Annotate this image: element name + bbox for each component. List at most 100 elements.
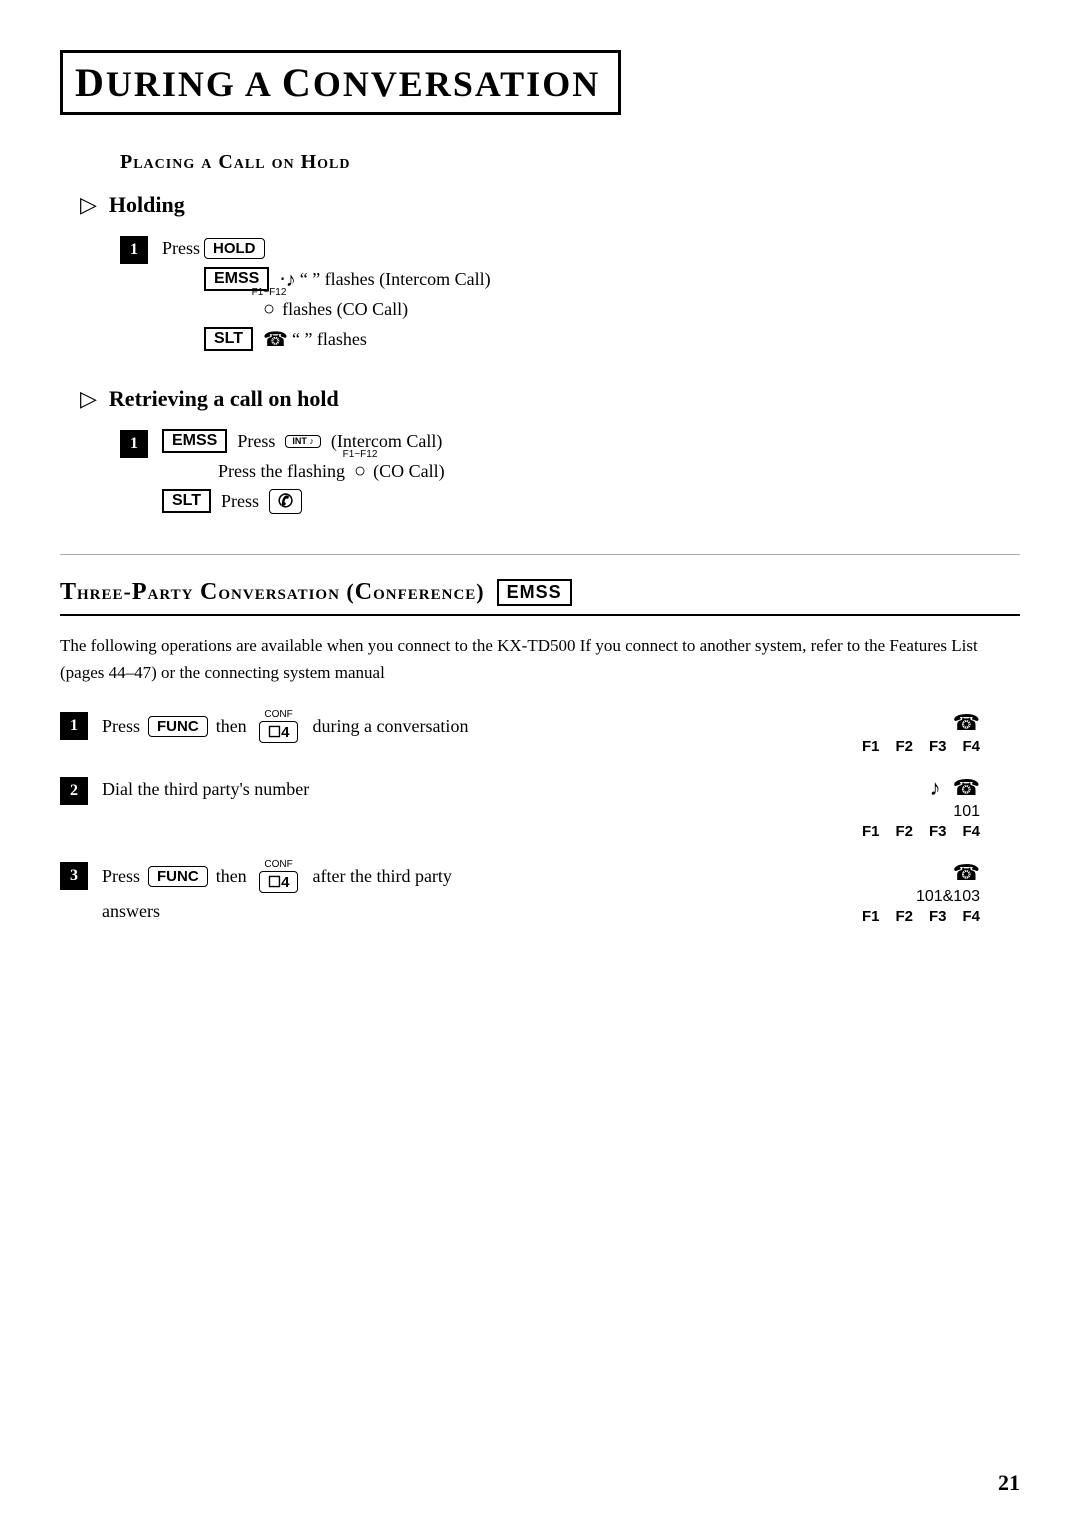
- phone-icon-2: ☎: [953, 775, 980, 801]
- intercom-icon-2: ♪: [930, 775, 941, 801]
- phone-icon-3: ☎: [953, 860, 980, 886]
- f2-label-1: F2: [895, 738, 913, 755]
- title-bar: During a Conversation: [60, 50, 621, 115]
- f2-label-3: F2: [895, 908, 913, 925]
- conf-then-3: then: [216, 866, 247, 887]
- slt-label-2: SLT: [162, 489, 211, 513]
- emss-intercom-text: “ ” flashes (Intercom Call): [300, 269, 491, 290]
- arrow-right-icon-2: ▷: [80, 386, 97, 412]
- conf-step2-line: Dial the third party's number: [102, 775, 580, 803]
- emss-intercom-line: EMSS ‧♪ “ ” flashes (Intercom Call): [204, 266, 1020, 292]
- f4-label-3: F4: [962, 908, 980, 925]
- conf-step3-line: Press FUNC then CONF ☐4 after the third …: [102, 860, 580, 893]
- page-number: 21: [998, 1470, 1020, 1496]
- conf-step-2: 2 Dial the third party's number ♪ ☎ 101 …: [60, 775, 1020, 842]
- page-title: During a Conversation: [75, 59, 600, 106]
- conf-super-label-3: CONF: [264, 860, 292, 870]
- func-key-3: FUNC: [148, 866, 208, 887]
- press-label-1: Press: [162, 238, 200, 259]
- conf-super-label-1: CONF: [264, 710, 292, 720]
- co-call-text-2: (CO Call): [373, 461, 445, 482]
- conf-diagram2-icons: ♪ ☎: [930, 775, 980, 801]
- conf-step1-right: ☎ F1 F2 F3 F4: [580, 710, 1020, 757]
- section2-heading-text: Three-Party Conversation (Conference): [60, 579, 485, 606]
- drop-cap-c: C: [282, 60, 313, 105]
- step1-main-line: Press HOLD: [162, 234, 1020, 262]
- retrieve-emss-line: EMSS Press INT ♪ (Intercom Call): [162, 428, 1020, 454]
- co-call-flash-text-1: flashes (CO Call): [282, 299, 408, 320]
- f3-label-1: F3: [929, 738, 947, 755]
- conf-step3-content: Press FUNC then CONF ☐4 after the third …: [102, 860, 580, 929]
- f1-label-1: F1: [862, 738, 880, 755]
- conf-step1-line: Press FUNC then CONF ☐4 during a convers…: [102, 710, 580, 743]
- press-hook-label: Press: [221, 491, 259, 512]
- conf-step-1: 1 Press FUNC then CONF ☐4 during a conve…: [60, 710, 1020, 757]
- conf-diagram3-icons: ☎: [953, 860, 980, 886]
- int-key: INT ♪: [285, 435, 321, 448]
- hold-step1: 1 Press HOLD EMSS ‧♪ “ ” flashes (Interc…: [120, 234, 1020, 356]
- retrieve-slt-line: SLT Press ✆: [162, 488, 1020, 514]
- hold-sub-lines: EMSS ‧♪ “ ” flashes (Intercom Call) F1~F…: [204, 266, 1020, 352]
- conf-step3-left: 3 Press FUNC then CONF ☐4 after the thir…: [60, 860, 580, 929]
- subsection-retrieving-label: Retrieving a call on hold: [109, 386, 339, 412]
- section2-heading: Three-Party Conversation (Conference) EM…: [60, 579, 1020, 616]
- conf-press-1: Press: [102, 716, 140, 737]
- slt-flash-line: SLT ☎ “ ” flashes: [204, 326, 1020, 352]
- conf-key-1-wrapper: CONF ☐4: [255, 710, 303, 743]
- subsection-retrieving: ▷ Retrieving a call on hold 1 EMSS Press…: [60, 386, 1020, 518]
- circle-f1f12-1: F1~F12 ○: [263, 298, 275, 321]
- hold-key: HOLD: [204, 238, 265, 259]
- conf-step1-left: 1 Press FUNC then CONF ☐4 during a conve…: [60, 710, 580, 747]
- conf-step2-content: Dial the third party's number: [102, 775, 580, 807]
- press-emss-label: Press: [237, 431, 275, 452]
- step1-content: Press HOLD EMSS ‧♪ “ ” flashes (Intercom…: [162, 234, 1020, 356]
- f1f12-super-label-2: F1~F12: [343, 449, 378, 460]
- conf-key-3-wrapper: CONF ☐4: [255, 860, 303, 893]
- subsection-retrieving-title: ▷ Retrieving a call on hold: [80, 386, 1020, 412]
- conf-diagram1-icons: ☎: [953, 710, 980, 736]
- conf-answers-text: answers: [102, 901, 160, 922]
- conf-key-3: ☐4: [259, 871, 299, 893]
- subsection-holding-title: ▷ Holding: [80, 192, 1020, 218]
- subsection-holding: ▷ Holding 1 Press HOLD EMSS ‧♪ “ ” flash…: [60, 192, 1020, 356]
- conf-step-num-2: 2: [60, 777, 88, 805]
- conf-diagram1-labels: F1 F2 F3 F4: [862, 738, 980, 755]
- circle-icon-2: ○: [354, 460, 366, 482]
- emss-label-2: EMSS: [162, 429, 227, 453]
- f3-label-2: F3: [929, 823, 947, 840]
- conf-key-1: ☐4: [259, 721, 299, 743]
- step-num-1: 1: [120, 236, 148, 264]
- retrieve-step-num: 1: [120, 430, 148, 458]
- conf-step2-left: 2 Dial the third party's number: [60, 775, 580, 807]
- func-key-1: FUNC: [148, 716, 208, 737]
- dial-third-party-text: Dial the third party's number: [102, 779, 309, 800]
- retrieve-step1: 1 EMSS Press INT ♪ (Intercom Call) Press…: [120, 428, 1020, 518]
- conf-step-3: 3 Press FUNC then CONF ☐4 after the thir…: [60, 860, 1020, 929]
- drop-cap-d: D: [75, 60, 106, 105]
- conf-after-text: after the third party: [312, 866, 451, 887]
- conf-diagram3-labels: F1 F2 F3 F4: [862, 908, 980, 925]
- f1f12-co-line: F1~F12 ○ flashes (CO Call): [260, 296, 1020, 322]
- section1-heading: Placing a Call on Hold: [120, 151, 1020, 174]
- section2-description: The following operations are available w…: [60, 632, 1020, 686]
- press-flashing-text: Press the flashing: [218, 461, 345, 482]
- f2-label-2: F2: [895, 823, 913, 840]
- hook-key: ✆: [269, 489, 302, 514]
- conf-diagram2-labels: F1 F2 F3 F4: [862, 823, 980, 840]
- slt-label-1: SLT: [204, 327, 253, 351]
- section-divider: [60, 554, 1020, 555]
- conf-press-3: Press: [102, 866, 140, 887]
- arrow-right-icon: ▷: [80, 192, 97, 218]
- f3-label-3: F3: [929, 908, 947, 925]
- conf-then-1: then: [216, 716, 247, 737]
- f1-label-2: F1: [862, 823, 880, 840]
- conf-step-num-1: 1: [60, 712, 88, 740]
- conf-diagram3-number: 101&103: [916, 888, 980, 906]
- phone-icon-1: ☎: [953, 710, 980, 736]
- conf-step2-right: ♪ ☎ 101 F1 F2 F3 F4: [580, 775, 1020, 842]
- conf-step-num-3: 3: [60, 862, 88, 890]
- f4-label-2: F4: [962, 823, 980, 840]
- emss-badge: EMSS: [497, 579, 572, 606]
- conf-diagram2-number: 101: [953, 803, 980, 821]
- f1-label-3: F1: [862, 908, 880, 925]
